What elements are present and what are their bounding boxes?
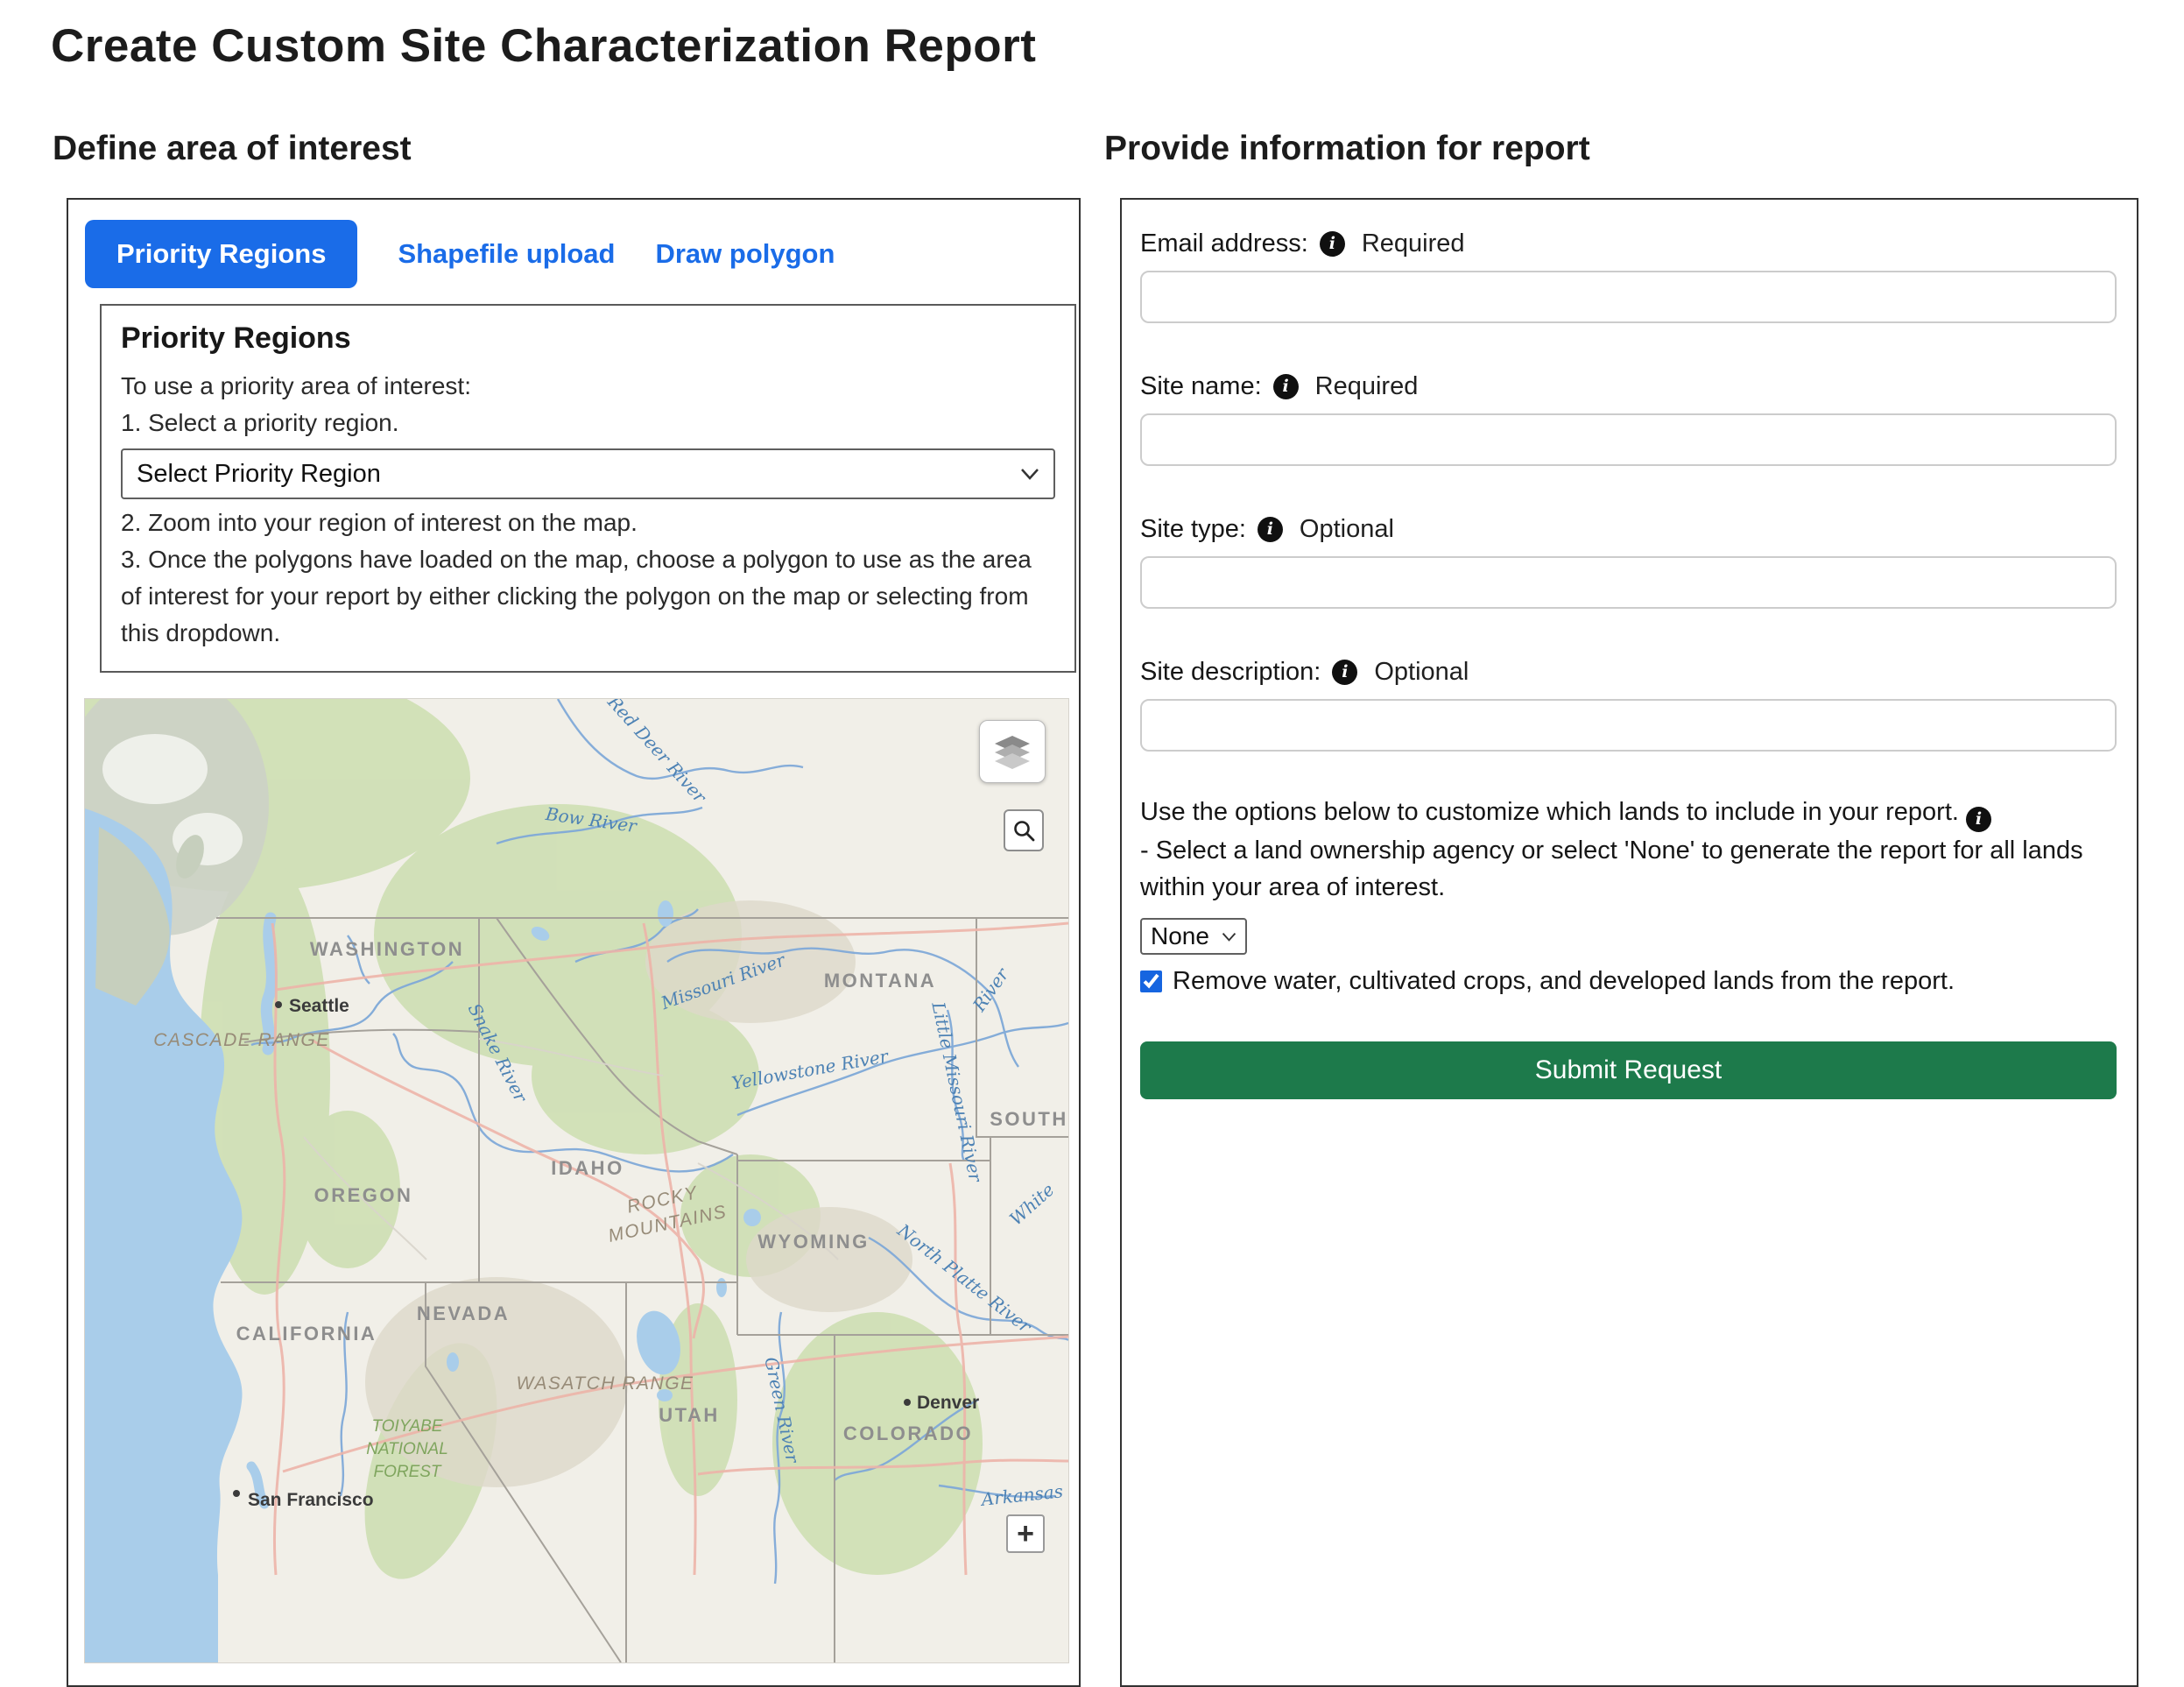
email-label: Email address: (1140, 229, 1308, 258)
map-label-toiyabe-1: TOIYABE (372, 1417, 443, 1436)
instructions-step1: 1. Select a priority region. (121, 405, 1055, 441)
aoi-tab-bar: Priority Regions Shapefile upload Draw p… (85, 220, 1079, 288)
remove-lands-checkbox[interactable] (1140, 971, 1162, 992)
site-type-requirement: Optional (1300, 515, 1394, 544)
map-label-washington: WASHINGTON (310, 938, 464, 960)
map-container: WASHINGTON MONTANA OREGON IDAHO WYOMING … (85, 699, 1068, 1662)
map-label-colorado: COLORADO (843, 1422, 973, 1444)
site-type-field[interactable] (1140, 556, 2117, 609)
map-label-san-francisco: San Francisco (248, 1490, 374, 1510)
info-icon[interactable]: i (1320, 231, 1345, 257)
lands-options-text: Use the options below to customize which… (1140, 794, 2117, 906)
chevron-down-icon (1020, 468, 1039, 480)
site-name-requirement: Required (1315, 372, 1419, 401)
map-label-california: CALIFORNIA (236, 1323, 377, 1345)
instructions-intro: To use a priority area of interest: (121, 368, 1055, 405)
info-icon[interactable]: i (1332, 660, 1357, 685)
site-type-label-row: Site type: i Optional (1140, 515, 2117, 544)
priority-regions-instructions: Priority Regions To use a priority area … (100, 304, 1076, 673)
layers-icon (993, 734, 1032, 769)
instructions-step3: 3. Once the polygons have loaded on the … (121, 541, 1055, 652)
site-description-field[interactable] (1140, 699, 2117, 752)
map-zoom-in-button[interactable]: + (1006, 1514, 1045, 1553)
map-label-oregon: OREGON (314, 1184, 413, 1206)
email-label-row: Email address: i Required (1140, 229, 2117, 258)
instructions-step2: 2. Zoom into your region of interest on … (121, 505, 1055, 541)
map-label-wasatch-range: WASATCH RANGE (516, 1373, 694, 1394)
site-name-field[interactable] (1140, 413, 2117, 466)
map-label-toiyabe-3: FOREST (373, 1463, 441, 1481)
chevron-down-icon (1222, 932, 1236, 942)
instructions-title: Priority Regions (121, 321, 1055, 356)
map-label-idaho: IDAHO (551, 1157, 623, 1179)
define-area-heading: Define area of interest (53, 130, 412, 168)
site-description-requirement: Optional (1374, 658, 1469, 687)
submit-request-button[interactable]: Submit Request (1140, 1041, 2117, 1099)
define-area-panel: Priority Regions Shapefile upload Draw p… (67, 198, 1081, 1687)
lands-intro: Use the options below to customize which… (1140, 798, 1959, 826)
site-name-label-row: Site name: i Required (1140, 372, 2117, 401)
map-label-denver: Denver (917, 1393, 979, 1413)
tab-draw-polygon[interactable]: Draw polygon (655, 220, 835, 288)
map-canvas[interactable]: WASHINGTON MONTANA OREGON IDAHO WYOMING … (85, 699, 1068, 1662)
site-description-label-row: Site description: i Optional (1140, 658, 2117, 687)
map-layers-button[interactable] (979, 720, 1046, 783)
map-label-seattle: Seattle (289, 996, 349, 1016)
site-type-label: Site type: (1140, 515, 1246, 544)
remove-lands-checkbox-label: Remove water, cultivated crops, and deve… (1173, 967, 1955, 996)
report-info-panel: Email address: i Required Site name: i R… (1120, 198, 2138, 1687)
priority-region-select-value: Select Priority Region (137, 460, 381, 489)
email-field[interactable] (1140, 271, 2117, 323)
info-icon[interactable]: i (1273, 374, 1299, 399)
map-label-wyoming: WYOMING (757, 1231, 870, 1253)
map-label-south-dakota: SOUTH (990, 1108, 1068, 1130)
lands-instruction: - Select a land ownership agency or sele… (1140, 832, 2117, 906)
map-label-nevada: NEVADA (417, 1302, 510, 1324)
email-requirement: Required (1362, 229, 1465, 258)
site-description-label: Site description: (1140, 658, 1321, 687)
map-label-toiyabe-2: NATIONAL (366, 1440, 448, 1458)
page-title: Create Custom Site Characterization Repo… (51, 19, 1036, 73)
info-icon[interactable]: i (1258, 517, 1283, 542)
map-label-utah: UTAH (659, 1404, 719, 1426)
agency-select[interactable]: None (1140, 918, 1247, 955)
map-label-montana: MONTANA (824, 970, 936, 992)
remove-lands-checkbox-row: Remove water, cultivated crops, and deve… (1140, 967, 2117, 996)
info-icon[interactable]: i (1966, 807, 1991, 832)
site-name-label: Site name: (1140, 372, 1262, 401)
map-label-cascade-range: CASCADE RANGE (153, 1030, 330, 1050)
priority-region-select[interactable]: Select Priority Region (121, 448, 1055, 499)
provide-info-heading: Provide information for report (1104, 130, 1590, 168)
tab-priority-regions[interactable]: Priority Regions (85, 220, 357, 288)
search-icon (1012, 819, 1035, 842)
map-search-button[interactable] (1004, 809, 1044, 851)
tab-shapefile-upload[interactable]: Shapefile upload (398, 220, 615, 288)
agency-select-value: None (1151, 922, 1209, 950)
